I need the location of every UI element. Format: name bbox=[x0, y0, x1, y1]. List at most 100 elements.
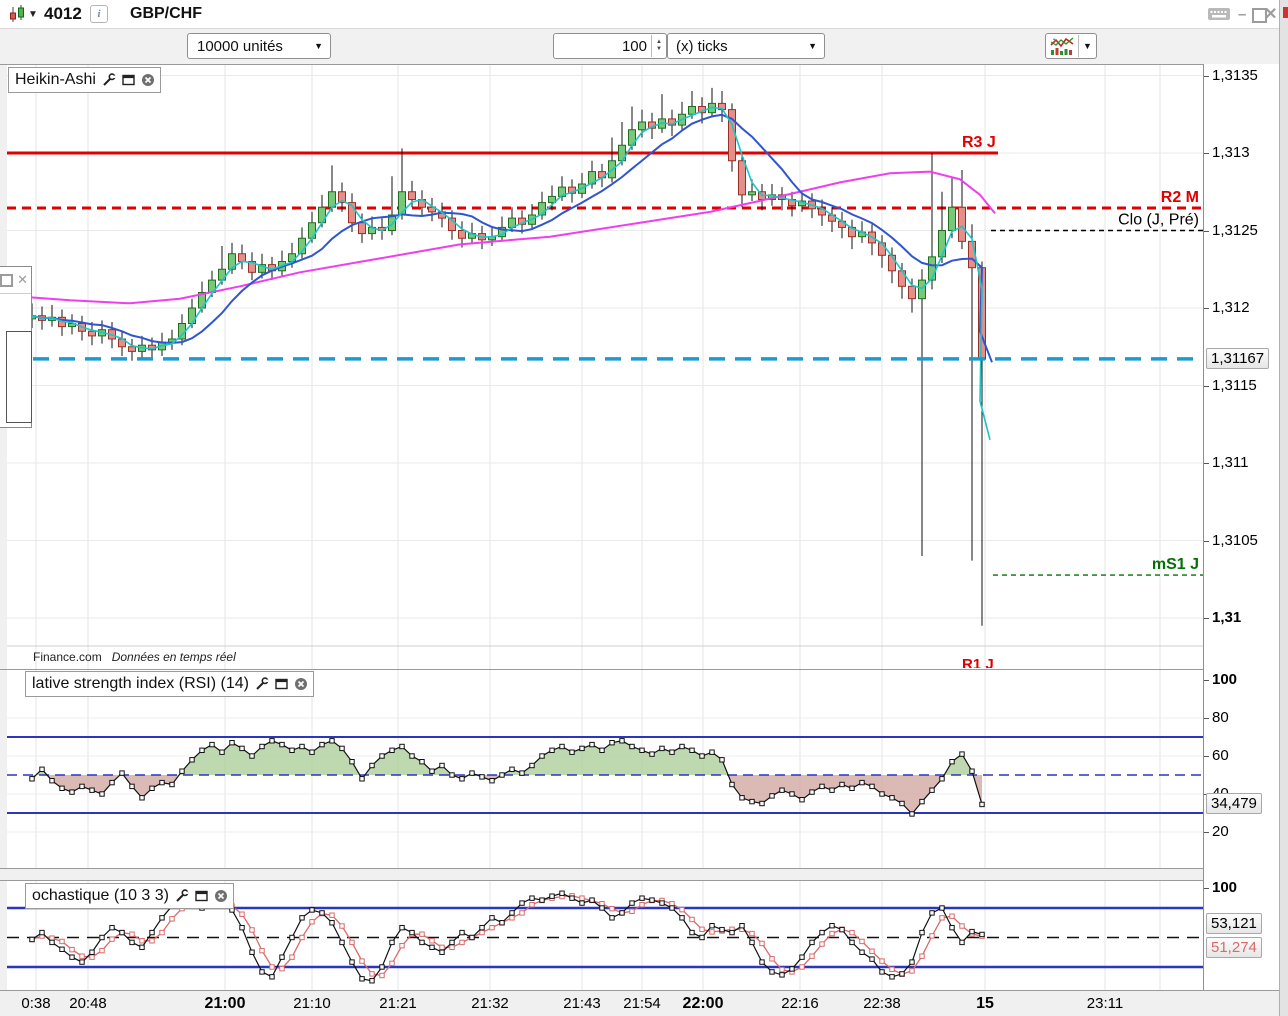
time-tick-label: 21:21 bbox=[379, 995, 417, 1012]
time-tick-label: 21:43 bbox=[563, 995, 601, 1012]
wrench-icon[interactable] bbox=[255, 677, 269, 691]
axis-tick-mark bbox=[1204, 888, 1209, 890]
r1-level-label-clipped: R1 J bbox=[962, 656, 994, 668]
axis-tick-mark bbox=[1204, 618, 1209, 619]
axis-tick-label: 1,31 bbox=[1212, 609, 1242, 626]
panel-divider bbox=[0, 64, 1279, 65]
wrench-icon[interactable] bbox=[175, 889, 189, 903]
spinner-stepper[interactable]: ▲ ▼ bbox=[651, 35, 666, 57]
axis-tick-label: 1,3125 bbox=[1212, 221, 1258, 239]
last-price-badge: 1,31167 bbox=[1206, 347, 1270, 369]
watermark: Finance.com Données en temps réel bbox=[33, 650, 236, 664]
axis-tick-mark bbox=[1204, 756, 1209, 757]
axis-tick-mark bbox=[1204, 385, 1209, 387]
svg-text:R3 J: R3 J bbox=[962, 134, 996, 151]
axis-tick-label: 1,312 bbox=[1212, 299, 1250, 316]
rsi-chart-canvas[interactable] bbox=[7, 670, 1203, 868]
axis-tick-mark bbox=[1204, 308, 1209, 309]
main-chart-canvas[interactable]: R3 J R2 M Clo (J, Pré) mS1 J bbox=[7, 64, 1203, 669]
axis-tick-label: 1,3135 bbox=[1212, 66, 1258, 84]
right-edge-strip bbox=[1279, 0, 1288, 1016]
instrument-dropdown-caret[interactable]: ▼ bbox=[28, 0, 38, 28]
rsi-value-badge: 34,479 bbox=[1206, 793, 1262, 815]
time-tick-label: 21:00 bbox=[204, 995, 246, 1012]
svg-text:Clo (J, Pré): Clo (J, Pré) bbox=[1118, 212, 1199, 229]
axis-tick-mark bbox=[1204, 540, 1209, 542]
units-select-value: 10000 unités bbox=[197, 37, 283, 55]
svg-text:mS1 J: mS1 J bbox=[1152, 556, 1199, 573]
rsi-indicator-title: lative strength index (RSI) (14) bbox=[32, 675, 249, 692]
time-tick-label: 22:00 bbox=[682, 995, 724, 1012]
tick-count-input[interactable]: 100 ▲ ▼ bbox=[553, 33, 667, 59]
panel-divider bbox=[0, 669, 1279, 670]
axis-tick-label: 100 bbox=[1212, 879, 1238, 897]
time-axis[interactable]: 0:38 20:48 21:00 21:10 21:21 21:32 21:43 21:54 2… bbox=[0, 990, 1288, 1016]
axis-tick-label: 1,3105 bbox=[1212, 531, 1258, 549]
tick-unit-select[interactable]: (x) ticks ▼ bbox=[667, 33, 825, 59]
chart-style-button[interactable]: ▼ bbox=[1045, 33, 1097, 59]
window-titlebar: ▼ 4012 i GBP/CHF – ✕ bbox=[0, 0, 1288, 29]
watermark-note: Données en temps réel bbox=[111, 650, 236, 664]
mini-window-content bbox=[6, 331, 32, 423]
alert-mark bbox=[1283, 7, 1288, 18]
instrument-number: 4012 bbox=[44, 4, 82, 23]
time-tick-label: 21:54 bbox=[623, 995, 661, 1012]
time-tick-label: 21:10 bbox=[293, 995, 331, 1012]
time-tick-label: 15 bbox=[976, 995, 994, 1012]
units-select[interactable]: 10000 unités ▼ bbox=[187, 33, 331, 59]
axis-tick-mark bbox=[1204, 832, 1209, 833]
close-button[interactable]: ✕ bbox=[1264, 0, 1277, 28]
chevron-down-icon: ▼ bbox=[808, 41, 817, 51]
wrench-icon[interactable] bbox=[102, 73, 116, 87]
tick-unit-value: (x) ticks bbox=[676, 37, 728, 55]
window-icon[interactable] bbox=[275, 678, 288, 690]
axis-tick-mark bbox=[1204, 153, 1209, 154]
axis-tick-label: 20 bbox=[1212, 823, 1229, 840]
close-icon[interactable]: ✕ bbox=[17, 272, 28, 288]
instrument-candle-icon bbox=[7, 0, 27, 28]
axis-tick-label: 1,313 bbox=[1212, 144, 1250, 161]
stoch-k-badge: 53,121 bbox=[1206, 913, 1262, 935]
axis-tick-mark bbox=[1204, 718, 1209, 719]
window-icon[interactable] bbox=[122, 74, 135, 86]
main-indicator-tab: Heikin-Ashi bbox=[8, 67, 161, 93]
keyboard-icon[interactable] bbox=[1207, 0, 1231, 28]
instrument-name: GBP/CHF bbox=[130, 5, 202, 22]
time-tick-label: 0:38 bbox=[21, 995, 51, 1012]
info-button[interactable]: i bbox=[90, 5, 108, 23]
time-tick-label: 20:48 bbox=[69, 995, 107, 1012]
time-tick-label: 22:16 bbox=[781, 995, 819, 1012]
value-axis-column[interactable]: 1,3135 1,313 1,3125 1,312 1,3115 1,311 1,3105 1… bbox=[1203, 64, 1279, 990]
time-tick-label: 22:38 bbox=[863, 995, 901, 1012]
close-circle-icon[interactable] bbox=[214, 889, 228, 903]
watermark-site: Finance.com bbox=[33, 650, 102, 664]
axis-tick-mark bbox=[1204, 463, 1209, 464]
axis-tick-label: 60 bbox=[1212, 747, 1229, 764]
axis-tick-label: 1,311 bbox=[1212, 454, 1249, 471]
time-tick-label: 21:32 bbox=[471, 995, 509, 1012]
floating-mini-window[interactable]: ✕ bbox=[0, 266, 32, 428]
minimize-button[interactable]: – bbox=[1238, 0, 1246, 28]
axis-tick-label: 100 bbox=[1212, 671, 1238, 688]
window-icon[interactable] bbox=[195, 890, 208, 902]
chevron-down-icon: ▼ bbox=[314, 41, 323, 51]
svg-text:R2 M: R2 M bbox=[1161, 189, 1199, 206]
maximize-icon[interactable] bbox=[0, 273, 14, 287]
chart-style-dropdown[interactable]: ▼ bbox=[1078, 35, 1096, 57]
close-circle-icon[interactable] bbox=[294, 677, 308, 691]
stoch-d-badge: 51,274 bbox=[1206, 937, 1262, 959]
trading-app-window: ▼ 4012 i GBP/CHF – ✕ 10000 unités ▼ 100 … bbox=[0, 0, 1288, 1016]
axis-tick-mark bbox=[1204, 75, 1209, 77]
time-tick-label: 23:11 bbox=[1086, 995, 1124, 1012]
rsi-indicator-tab: lative strength index (RSI) (14) bbox=[25, 671, 314, 697]
axis-tick-label: 80 bbox=[1212, 709, 1229, 726]
main-indicator-title: Heikin-Ashi bbox=[15, 71, 96, 88]
chart-toolbar: 10000 unités ▼ 100 ▲ ▼ (x) ticks ▼ ▼ bbox=[0, 29, 1288, 65]
stoch-indicator-tab: ochastique (10 3 3) bbox=[25, 883, 234, 909]
tick-count-value: 100 bbox=[621, 37, 647, 55]
axis-tick-mark bbox=[1204, 680, 1209, 681]
mini-window-titlebar: ✕ bbox=[0, 267, 31, 294]
stoch-indicator-title: ochastique (10 3 3) bbox=[32, 887, 169, 904]
close-circle-icon[interactable] bbox=[141, 73, 155, 87]
axis-tick-label: 1,3115 bbox=[1212, 376, 1257, 394]
